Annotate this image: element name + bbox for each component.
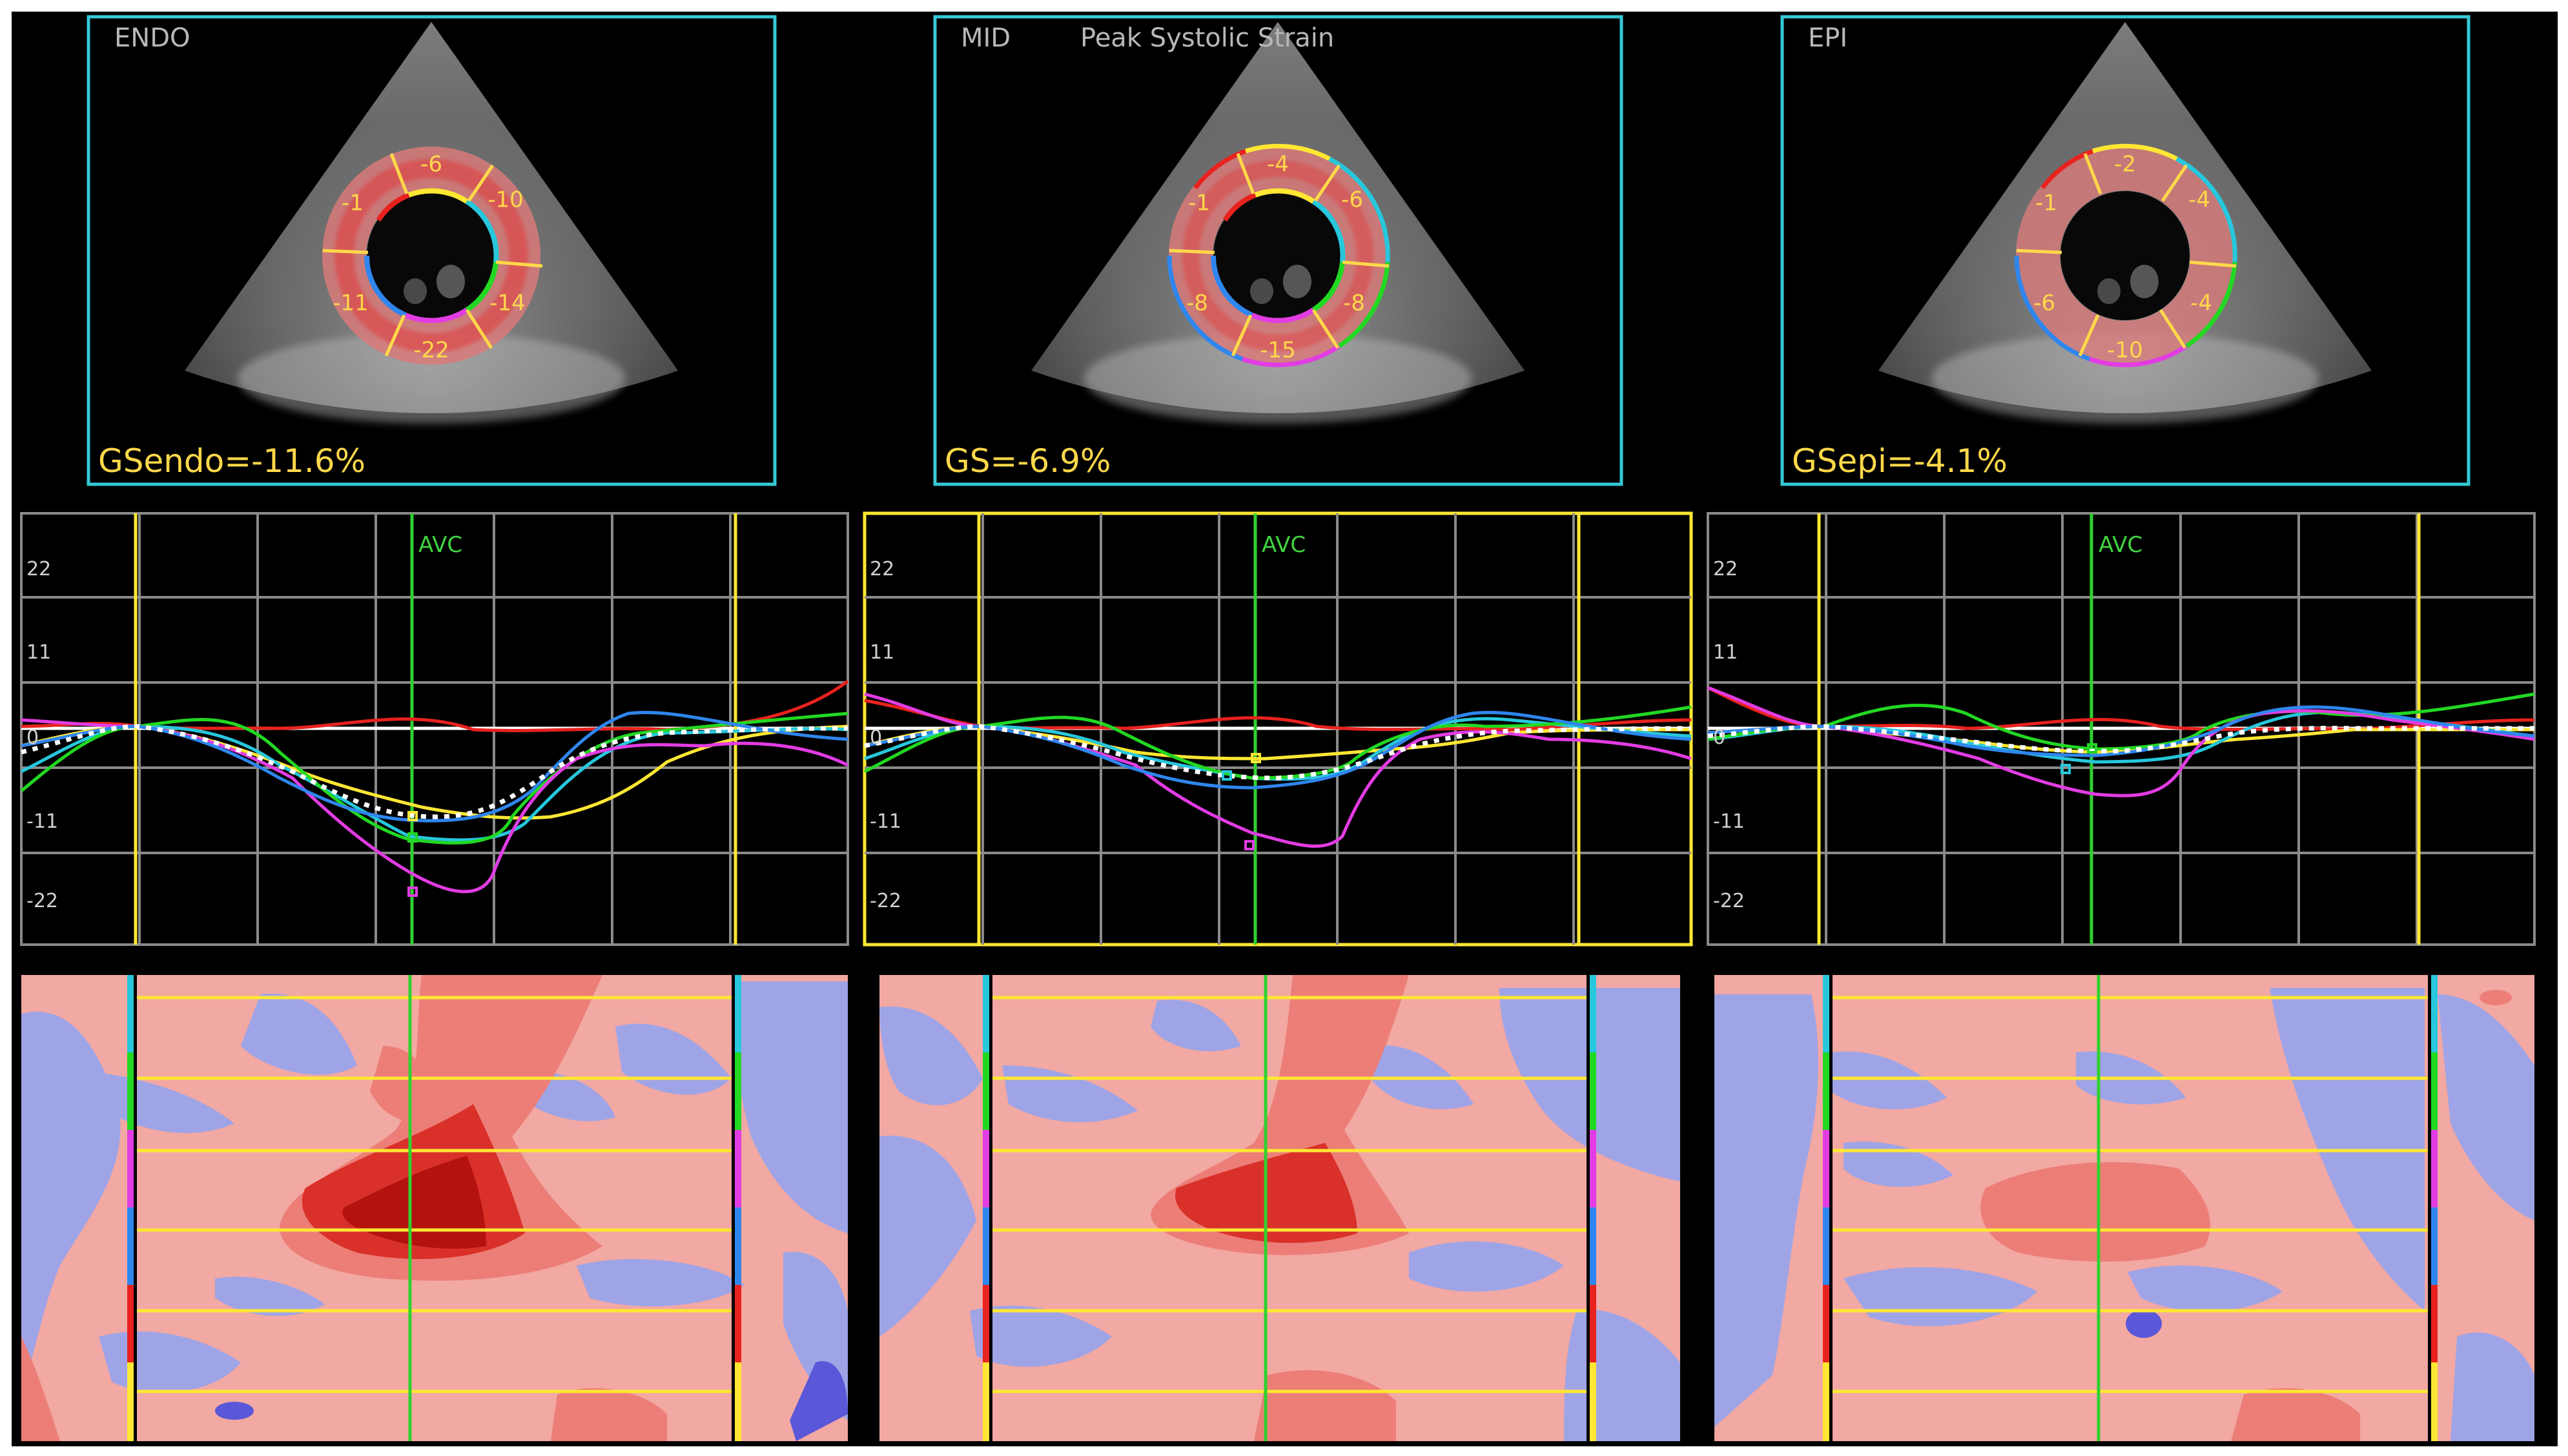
segment-value-anterior: -2: [2114, 152, 2136, 178]
view-label: EPI: [1808, 23, 1847, 53]
global-strain-value: GSepi=-4.1%: [1792, 442, 2008, 480]
segment-value-inferoseptal: -6: [2033, 291, 2055, 316]
segment-value-inferior: -15: [1260, 338, 1296, 364]
view-label: ENDO: [114, 23, 190, 53]
y-tick-label: 0: [26, 726, 39, 749]
left-segment-color-bar: [983, 975, 992, 1441]
segment-value-inferoseptal: -8: [1186, 291, 1208, 316]
segment-value-anterior: -6: [420, 152, 442, 178]
strain-analysis-screen: -6 -10 -14 -22 -11 -1 ENDO GSendo=-11.6%: [12, 12, 2558, 1446]
y-tick-label: 0: [870, 726, 882, 749]
epi-image-panel: -2 -4 -4 -10 -6 -1 EPI GSepi=-4.1%: [1780, 15, 2470, 486]
myocardium-ring: -4 -6 -8 -15 -8 -1: [1167, 143, 1390, 367]
myocardium-ring: -6 -10 -14 -22 -11 -1: [322, 147, 543, 365]
y-tick-label: 22: [1713, 558, 1738, 580]
epi-strain-graph: 22 11 0 -11 -22 AVC: [1707, 512, 2536, 946]
avc-label: AVC: [1262, 532, 1306, 558]
left-segment-color-bar: [127, 975, 137, 1441]
y-tick-label: -22: [26, 890, 58, 912]
right-segment-color-bar: [1587, 975, 1596, 1441]
endo-strain-graph: 22 11 0 -11 -22 AVC: [20, 512, 849, 946]
y-tick-label: -22: [1713, 890, 1745, 912]
segment-value-inferolateral: -4: [2190, 291, 2212, 316]
avc-label: AVC: [2099, 532, 2142, 558]
segment-value-inferior: -22: [413, 338, 449, 364]
y-tick-label: 11: [870, 641, 894, 664]
right-segment-color-bar: [2428, 975, 2438, 1441]
mid-strain-graph: 22 11 0 -11 -22 AVC: [863, 511, 1693, 947]
left-segment-color-bar: [1823, 975, 1833, 1441]
segment-value-anterolateral: -6: [1341, 187, 1363, 213]
y-tick-label: 22: [26, 558, 51, 580]
global-strain-value: GSendo=-11.6%: [98, 442, 365, 480]
y-tick-label: 0: [1713, 726, 1725, 749]
segment-value-inferolateral: -14: [489, 291, 526, 316]
segment-value-inferior: -10: [2107, 338, 2143, 364]
segment-value-inferolateral: -8: [1343, 291, 1365, 316]
y-tick-label: -11: [26, 810, 58, 833]
mid-image-panel: -4 -6 -8 -15 -8 -1 MID Peak Systolic Str…: [933, 15, 1623, 486]
y-tick-label: 22: [870, 558, 894, 580]
segment-value-anterolateral: -10: [488, 187, 524, 213]
y-tick-label: 11: [1713, 641, 1738, 664]
segment-value-inferoseptal: -11: [333, 291, 369, 316]
segment-value-anteroseptal: -1: [2035, 190, 2057, 216]
segment-value-anteroseptal: -1: [342, 190, 364, 216]
segment-value-anteroseptal: -1: [1188, 190, 1210, 216]
endo-image-panel: -6 -10 -14 -22 -11 -1 ENDO GSendo=-11.6%: [87, 15, 777, 486]
y-tick-label: -22: [870, 890, 901, 912]
global-strain-value: GS=-6.9%: [945, 442, 1111, 480]
right-segment-color-bar: [732, 975, 741, 1441]
avc-label: AVC: [418, 532, 462, 558]
epi-strain-map: [1714, 975, 2534, 1441]
y-tick-label: 11: [26, 641, 51, 664]
mid-strain-map: [879, 975, 1680, 1441]
segment-value-anterior: -4: [1267, 152, 1289, 178]
y-tick-label: -11: [1713, 810, 1745, 833]
y-tick-label: -11: [870, 810, 901, 833]
analysis-title: Peak Systolic Strain: [1080, 23, 1334, 53]
segment-value-anterolateral: -4: [2188, 187, 2210, 213]
myocardium-ring: -2 -4 -4 -10 -6 -1: [2014, 143, 2237, 367]
endo-strain-map: [21, 975, 848, 1441]
view-label: MID: [961, 23, 1011, 53]
